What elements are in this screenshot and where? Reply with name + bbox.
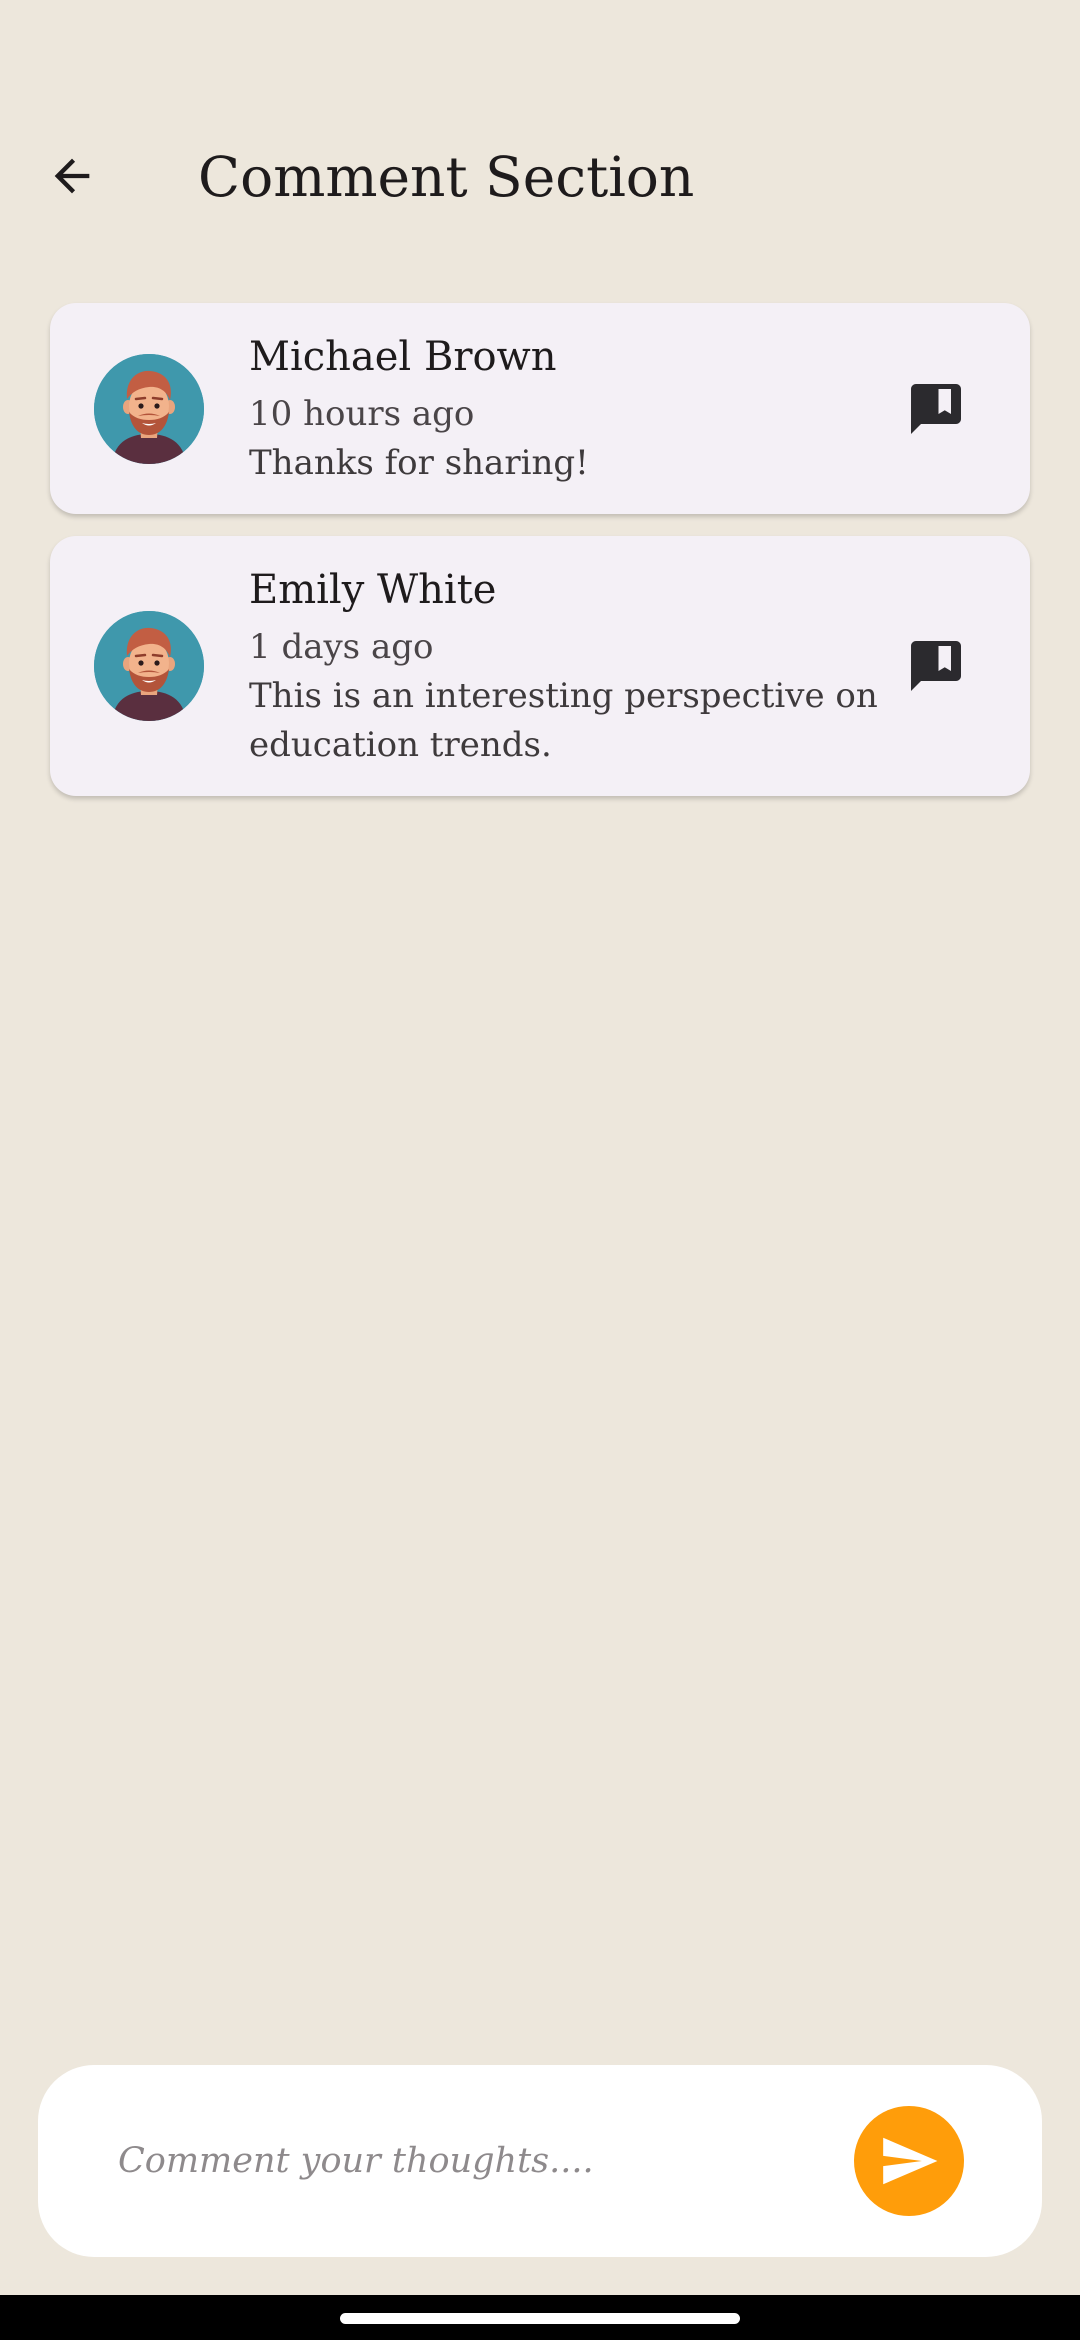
report-flag-icon — [911, 641, 961, 691]
arrow-back-icon — [54, 158, 90, 194]
comment-author: Emily White — [249, 567, 497, 613]
comment-text: Thanks for sharing! — [249, 443, 589, 483]
report-flag-icon — [911, 383, 961, 434]
comment-timestamp: 1 days ago — [249, 627, 434, 667]
app-bar: Comment Section — [0, 96, 1080, 256]
send-button[interactable] — [854, 2106, 964, 2216]
back-button[interactable] — [36, 140, 108, 212]
report-comment-button[interactable] — [904, 377, 968, 441]
avatar — [94, 353, 204, 464]
user-avatar-icon — [94, 611, 204, 721]
home-indicator[interactable] — [340, 2313, 740, 2324]
comment-card: Emily White 1 days ago This is an intere… — [50, 536, 1030, 796]
comment-card: Michael Brown 10 hours ago Thanks for sh… — [50, 303, 1030, 514]
system-navigation-bar — [0, 2295, 1080, 2340]
comment-composer — [38, 2065, 1042, 2257]
report-comment-button[interactable] — [904, 634, 968, 698]
comment-author: Michael Brown — [249, 334, 557, 380]
send-icon — [883, 2137, 938, 2185]
comment-input[interactable] — [118, 2123, 848, 2199]
avatar — [94, 611, 204, 721]
comment-timestamp: 10 hours ago — [249, 394, 475, 434]
comment-text: This is an interesting perspective on ed… — [249, 676, 878, 765]
user-avatar-icon — [94, 353, 204, 464]
comment-list: Michael Brown 10 hours ago Thanks for sh… — [50, 303, 1030, 818]
page-title: Comment Section — [198, 145, 695, 209]
